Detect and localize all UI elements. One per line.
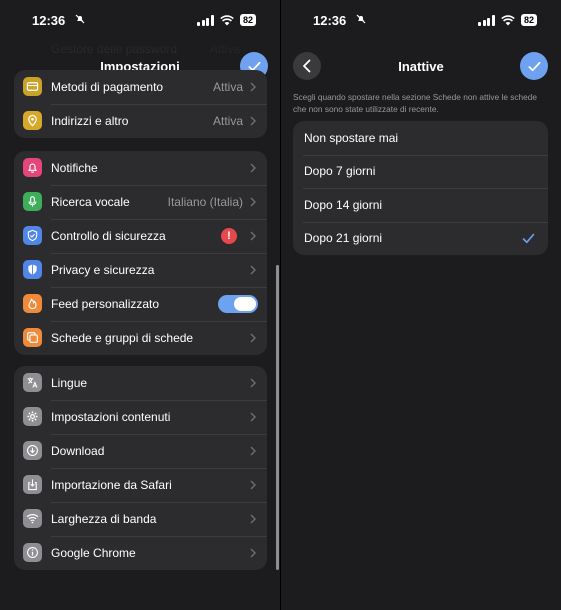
- general-group: Notifiche Ricerca vocale Italiano (Itali…: [14, 151, 267, 355]
- settings-row-privacy[interactable]: Privacy e sicurezza: [14, 253, 267, 287]
- chevron-right-icon: [250, 378, 256, 388]
- row-value: Attiva: [212, 80, 243, 94]
- option-label: Dopo 7 giorni: [304, 164, 376, 179]
- row-label: Ricerca vocale: [51, 195, 130, 209]
- option-21-days[interactable]: Dopo 21 giorni: [293, 221, 548, 256]
- option-7-days[interactable]: Dopo 7 giorni: [293, 154, 548, 189]
- scrollbar[interactable]: [276, 265, 279, 570]
- option-label: Non spostare mai: [304, 130, 399, 145]
- silent-bell-icon: [75, 14, 85, 27]
- settings-row-payment-methods[interactable]: Metodi di pagamento Attiva: [14, 70, 267, 104]
- signal-icon: [197, 14, 214, 26]
- settings-row-safety-check[interactable]: Controllo di sicurezza !: [14, 219, 267, 253]
- wifi-status-icon: [220, 14, 234, 25]
- payment-group: Metodi di pagamento Attiva Indirizzi e a…: [14, 70, 267, 138]
- chevron-right-icon: [250, 82, 256, 92]
- wifi-status-icon: [501, 14, 515, 25]
- row-label: Indirizzi e altro: [51, 114, 129, 128]
- info-icon: [23, 543, 42, 562]
- settings-row-notifications[interactable]: Notifiche: [14, 151, 267, 185]
- done-button[interactable]: [520, 52, 548, 80]
- checkmark-icon: [528, 61, 540, 71]
- chevron-right-icon: [250, 514, 256, 524]
- chevron-right-icon: [250, 116, 256, 126]
- gear-icon: [23, 407, 42, 426]
- inactive-tabs-pane: 12:36 82 Inattive Scegli quando spostare…: [281, 0, 561, 610]
- row-label: Impostazioni contenuti: [51, 410, 171, 424]
- chevron-right-icon: [250, 480, 256, 490]
- chevron-right-icon: [250, 548, 256, 558]
- row-label: Feed personalizzato: [51, 297, 160, 311]
- option-label: Dopo 21 giorni: [304, 231, 383, 246]
- settings-row-tabs[interactable]: Schede e gruppi di schede: [14, 321, 267, 355]
- translate-icon: [23, 373, 42, 392]
- row-label: Lingue: [51, 376, 88, 390]
- map-pin-icon: [23, 111, 42, 130]
- ghost-item-label: Gestore delle password: [51, 42, 178, 56]
- bell-icon: [23, 158, 42, 177]
- row-label: Notifiche: [51, 161, 98, 175]
- chevron-right-icon: [250, 446, 256, 456]
- tabs-icon: [23, 328, 42, 347]
- battery-level: 82: [520, 14, 537, 26]
- chevron-right-icon: [250, 197, 256, 207]
- chevron-right-icon: [250, 412, 256, 422]
- option-label: Dopo 14 giorni: [304, 197, 383, 212]
- settings-row-addresses[interactable]: Indirizzi e altro Attiva: [14, 104, 267, 138]
- page-title: Inattive: [398, 59, 444, 74]
- shield-check-icon: [23, 226, 42, 245]
- row-label: Schede e gruppi di schede: [51, 331, 194, 345]
- ghost-item-value: Attiva: [209, 42, 240, 56]
- row-label: Importazione da Safari: [51, 478, 172, 492]
- settings-row-download[interactable]: Download: [14, 434, 267, 468]
- system-indicators: 82: [478, 14, 537, 26]
- row-label: Metodi di pagamento: [51, 80, 164, 94]
- settings-row-bandwidth[interactable]: Larghezza di banda: [14, 502, 267, 536]
- section-description: Scegli quando spostare nella sezione Sch…: [293, 92, 538, 114]
- chevron-right-icon: [250, 231, 256, 241]
- advanced-group: Lingue Impostazioni contenuti Download I…: [14, 366, 267, 570]
- chevron-right-icon: [250, 163, 256, 173]
- system-indicators: 82: [197, 14, 256, 26]
- settings-row-voice-search[interactable]: Ricerca vocale Italiano (Italia): [14, 185, 267, 219]
- settings-row-safari-import[interactable]: Importazione da Safari: [14, 468, 267, 502]
- row-label: Download: [51, 444, 105, 458]
- status-bar: 12:36 82: [281, 10, 561, 30]
- option-never[interactable]: Non spostare mai: [293, 121, 548, 155]
- row-label: Google Chrome: [51, 546, 136, 560]
- inactive-options-list: Non spostare mai Dopo 7 giorni Dopo 14 g…: [293, 121, 548, 255]
- selected-checkmark-icon: [522, 233, 535, 243]
- status-bar: 12:36 82: [0, 10, 280, 30]
- settings-pane: 12:36 82 Gestore delle password Attiva I…: [0, 0, 280, 610]
- wifi-icon: [23, 509, 42, 528]
- silent-bell-icon: [356, 14, 366, 27]
- row-value: Attiva: [212, 114, 243, 128]
- alert-badge: !: [221, 228, 237, 244]
- settings-row-feed: Feed personalizzato: [14, 287, 267, 321]
- status-time: 12:36: [32, 13, 66, 28]
- battery-level: 82: [239, 14, 256, 26]
- row-label: Controllo di sicurezza: [51, 229, 166, 243]
- settings-row-google-chrome[interactable]: Google Chrome: [14, 536, 267, 570]
- status-time: 12:36: [313, 13, 347, 28]
- chevron-right-icon: [250, 333, 256, 343]
- microphone-icon: [23, 192, 42, 211]
- row-label: Larghezza di banda: [51, 512, 157, 526]
- row-label: Privacy e sicurezza: [51, 263, 155, 277]
- download-icon: [23, 441, 42, 460]
- chevron-right-icon: [250, 265, 256, 275]
- signal-icon: [478, 14, 495, 26]
- shield-icon: [23, 260, 42, 279]
- settings-row-content-settings[interactable]: Impostazioni contenuti: [14, 400, 267, 434]
- option-14-days[interactable]: Dopo 14 giorni: [293, 188, 548, 222]
- row-value: Italiano (Italia): [167, 195, 243, 209]
- feed-toggle[interactable]: [218, 295, 258, 313]
- settings-row-languages[interactable]: Lingue: [14, 366, 267, 400]
- flame-icon: [23, 294, 42, 313]
- import-icon: [23, 475, 42, 494]
- credit-card-icon: [23, 77, 42, 96]
